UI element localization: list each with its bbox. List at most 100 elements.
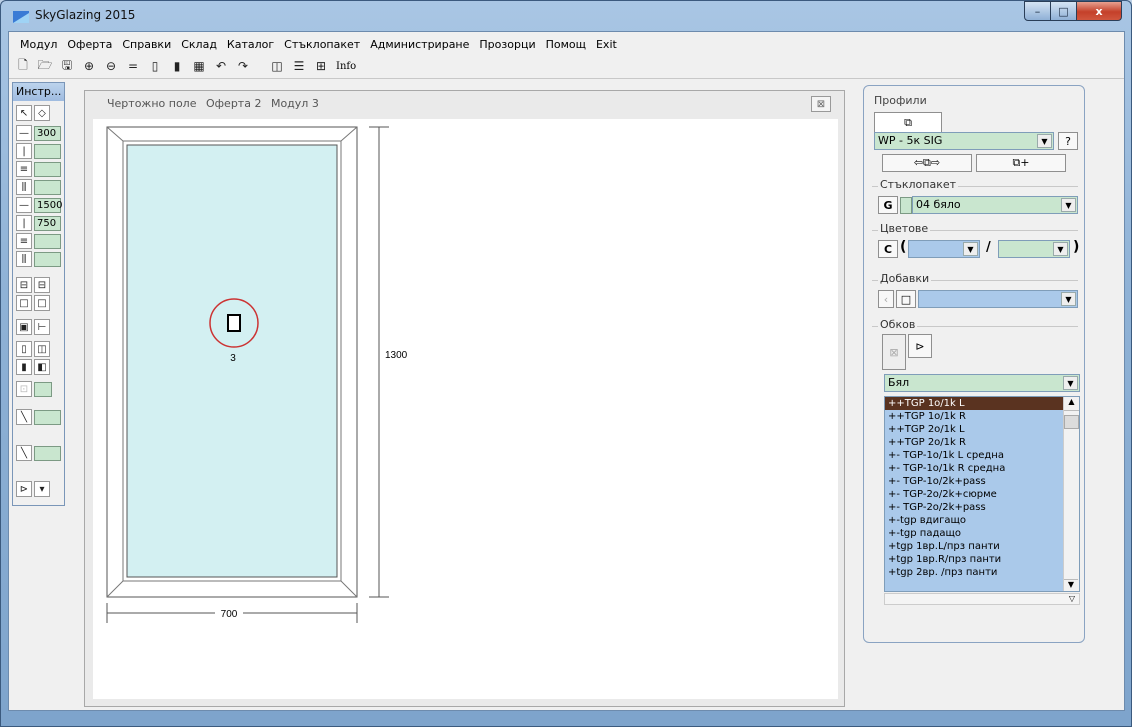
frame-split-2-icon[interactable]: ⊟ bbox=[34, 277, 50, 293]
maximize-button[interactable]: □ bbox=[1050, 1, 1077, 21]
info-button[interactable]: Info bbox=[333, 56, 359, 76]
door-view-icon[interactable]: ◫ bbox=[267, 56, 287, 76]
horizontal-line-icon[interactable]: — bbox=[16, 197, 32, 213]
dimension-b-field[interactable]: 750 bbox=[34, 215, 61, 231]
profile-tab[interactable]: ⧉ bbox=[874, 112, 942, 132]
frame-2-icon[interactable]: □ bbox=[34, 295, 50, 311]
drawing-canvas[interactable]: 3 1300 700 bbox=[93, 119, 838, 699]
door-filled-icon[interactable]: ▮ bbox=[16, 359, 32, 375]
double-door-icon[interactable]: ◫ bbox=[34, 341, 50, 357]
dimension-a-field[interactable]: 1500 bbox=[34, 197, 62, 213]
glass-select[interactable]: 04 бяло ▼ bbox=[912, 196, 1078, 214]
drawing-close-button[interactable]: ⊠ bbox=[811, 96, 831, 112]
color-outer-select[interactable]: ▼ bbox=[908, 240, 980, 258]
triple-hline-icon[interactable]: ≡ bbox=[16, 233, 32, 249]
save-icon[interactable]: 🖫 bbox=[57, 56, 77, 76]
handle-icon[interactable]: ⊢ bbox=[34, 319, 50, 335]
door-icon[interactable]: ▯ bbox=[16, 341, 32, 357]
vertical-split-icon[interactable]: ⫼ bbox=[16, 179, 32, 195]
fitting-color-select[interactable]: Бял ▼ bbox=[884, 374, 1080, 392]
profile-help-button[interactable]: ? bbox=[1058, 132, 1078, 150]
menu-warehouse[interactable]: Склад bbox=[176, 36, 222, 54]
arc-field[interactable] bbox=[34, 409, 61, 425]
hsplit-field[interactable] bbox=[34, 161, 61, 177]
list-item[interactable]: ++TGP 2o/1k R bbox=[885, 436, 1079, 449]
dropdown-arrow-icon[interactable]: ▾ bbox=[34, 481, 50, 497]
list-item[interactable]: ++TGP 1o/1k R bbox=[885, 410, 1079, 423]
frame-split-icon[interactable]: ⊟ bbox=[16, 277, 32, 293]
additions-left-arrow-icon[interactable]: ‹ bbox=[878, 290, 894, 308]
chevron-down-icon[interactable]: ▼ bbox=[1061, 198, 1076, 212]
dimension-d-field[interactable] bbox=[34, 251, 61, 267]
menu-reports[interactable]: Справки bbox=[117, 36, 176, 54]
chevron-down-icon[interactable]: ▼ bbox=[1053, 242, 1068, 256]
fittings-disabled-icon[interactable]: ⊠ bbox=[882, 334, 906, 370]
width-label[interactable]: 700 bbox=[221, 609, 238, 620]
list-item[interactable]: ++TGP 1o/1k L bbox=[885, 397, 1079, 410]
new-file-icon[interactable]: 🗋 bbox=[13, 56, 33, 76]
width-field[interactable]: 300 bbox=[34, 125, 61, 141]
title-bar[interactable]: SkyGlazing 2015 – □ x bbox=[1, 1, 1131, 31]
vertical-line-icon[interactable]: | bbox=[16, 215, 32, 231]
arc-icon[interactable]: ╲ bbox=[16, 409, 32, 425]
triple-vline-icon[interactable]: ⫼ bbox=[16, 251, 32, 267]
list-item[interactable]: +- TGP-2o/2k+сюрме bbox=[885, 488, 1079, 501]
sash-marker-icon[interactable] bbox=[227, 314, 241, 332]
list-item[interactable]: +tgp 2вр. /прз панти bbox=[885, 566, 1079, 579]
open-folder-icon[interactable]: 🗁 bbox=[35, 56, 55, 76]
chevron-down-icon[interactable]: ▼ bbox=[1063, 376, 1078, 390]
scroll-up-icon[interactable]: ▲ bbox=[1064, 397, 1079, 411]
list-item[interactable]: +- TGP-1o/2k+pass bbox=[885, 475, 1079, 488]
fittings-scrollbar[interactable]: ▲ ▼ bbox=[1063, 397, 1079, 591]
vbar-field[interactable] bbox=[34, 143, 61, 159]
chevron-down-icon[interactable]: ▼ bbox=[1037, 134, 1052, 148]
menu-exit[interactable]: Exit bbox=[591, 36, 622, 54]
equal-icon[interactable]: = bbox=[123, 56, 143, 76]
undo-icon[interactable]: ↶ bbox=[211, 56, 231, 76]
menu-glass-unit[interactable]: Стъклопакет bbox=[279, 36, 365, 54]
profile-select[interactable]: WP - 5к SIG ▼ bbox=[874, 132, 1054, 150]
close-button[interactable]: x bbox=[1076, 1, 1122, 21]
height-label[interactable]: 1300 bbox=[385, 350, 408, 361]
grid-frame-icon[interactable]: ▦ bbox=[189, 56, 209, 76]
colors-c-button[interactable]: C bbox=[878, 240, 898, 258]
sash-icon[interactable]: ▣ bbox=[16, 319, 32, 335]
align-bottom-icon[interactable]: ▯ bbox=[145, 56, 165, 76]
list-item[interactable]: +tgp 1вр.L/прз панти bbox=[885, 540, 1079, 553]
additions-select[interactable]: ▼ bbox=[918, 290, 1078, 308]
frame-icon[interactable]: □ bbox=[16, 295, 32, 311]
fittings-list[interactable]: ++TGP 1o/1k L ++TGP 1o/1k R ++TGP 2o/1k … bbox=[884, 396, 1080, 592]
opening-type-icon[interactable]: ⊳ bbox=[16, 481, 32, 497]
curve-field[interactable] bbox=[34, 445, 61, 461]
align-top-icon[interactable]: ▮ bbox=[167, 56, 187, 76]
dimension-c-field[interactable] bbox=[34, 233, 61, 249]
minimize-button[interactable]: – bbox=[1024, 1, 1051, 21]
list-view-icon[interactable]: ☰ bbox=[289, 56, 309, 76]
list-item[interactable]: +-tgp падащо bbox=[885, 527, 1079, 540]
vsplit-field[interactable] bbox=[34, 179, 61, 195]
tools-title[interactable]: Инстр... bbox=[13, 83, 64, 101]
fittings-open-type-icon[interactable]: ⊳ bbox=[908, 334, 932, 358]
color-inner-select[interactable]: ▼ bbox=[998, 240, 1070, 258]
eraser-icon[interactable]: ◇ bbox=[34, 105, 50, 121]
disabled-tool-icon[interactable]: ⊡ bbox=[16, 381, 32, 397]
horizontal-bar-icon[interactable]: — bbox=[16, 125, 32, 141]
chevron-down-icon[interactable]: ▼ bbox=[1061, 292, 1076, 306]
chevron-down-icon[interactable]: ▼ bbox=[963, 242, 978, 256]
horizontal-split-icon[interactable]: ≡ bbox=[16, 161, 32, 177]
list-item[interactable]: +- TGP-2o/2k+pass bbox=[885, 501, 1079, 514]
zoom-out-icon[interactable]: ⊖ bbox=[101, 56, 121, 76]
double-door-filled-icon[interactable]: ◧ bbox=[34, 359, 50, 375]
menu-administration[interactable]: Администриране bbox=[365, 36, 474, 54]
misc-field[interactable] bbox=[34, 381, 52, 397]
list-resize-bar[interactable]: ▽ bbox=[884, 593, 1080, 605]
list-item[interactable]: +- TGP-1o/1k R средна bbox=[885, 462, 1079, 475]
vertical-bar-icon[interactable]: | bbox=[16, 143, 32, 159]
scroll-thumb[interactable] bbox=[1064, 415, 1079, 429]
redo-icon[interactable]: ↷ bbox=[233, 56, 253, 76]
list-item[interactable]: +- TGP-1o/1k L средна bbox=[885, 449, 1079, 462]
menu-help[interactable]: Помощ bbox=[541, 36, 591, 54]
glass-code-field[interactable] bbox=[900, 197, 912, 214]
profile-left-button[interactable]: ⇦⧉⇨ bbox=[882, 154, 972, 172]
table-view-icon[interactable]: ⊞ bbox=[311, 56, 331, 76]
